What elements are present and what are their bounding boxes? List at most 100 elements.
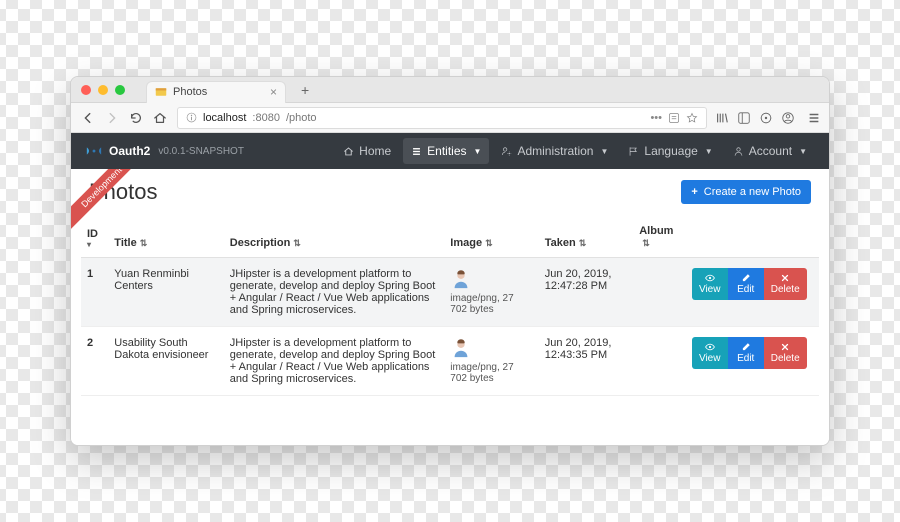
nav-language[interactable]: Language ▼ xyxy=(620,138,720,164)
th-title[interactable]: Title ⇅ xyxy=(108,217,223,258)
window-minimize-traffic-light[interactable] xyxy=(98,85,108,95)
cell-taken: Jun 20, 2019, 12:43:35 PM xyxy=(539,327,633,396)
cell-actions: View Edit Delete xyxy=(686,327,819,396)
back-button[interactable] xyxy=(79,109,97,127)
bookmark-star-icon[interactable] xyxy=(686,112,698,124)
chevron-down-icon: ▼ xyxy=(600,147,608,156)
photo-thumbnail-icon xyxy=(450,268,472,290)
plus-icon: + xyxy=(691,186,697,198)
tab-favicon-icon xyxy=(155,86,167,98)
edit-button[interactable]: Edit xyxy=(728,268,764,300)
sort-icon: ⇅ xyxy=(140,238,148,248)
sort-desc-icon: ▾ xyxy=(87,240,102,249)
site-info-icon xyxy=(186,112,197,123)
create-photo-button[interactable]: + Create a new Photo xyxy=(681,180,811,204)
app-navbar: Oauth2 v0.0.1-SNAPSHOT Home Entities ▼ A… xyxy=(71,133,829,169)
nav-home[interactable]: Home xyxy=(335,138,399,164)
cell-album xyxy=(633,258,685,327)
window-zoom-traffic-light[interactable] xyxy=(115,85,125,95)
edit-button[interactable]: Edit xyxy=(728,337,764,369)
brand-version: v0.0.1-SNAPSHOT xyxy=(158,146,244,157)
th-album[interactable]: Album⇅ xyxy=(633,217,685,258)
chevron-down-icon: ▼ xyxy=(799,147,807,156)
delete-button[interactable]: Delete xyxy=(764,337,807,369)
image-meta: image/png, 27 702 bytes xyxy=(450,362,532,384)
url-path: /photo xyxy=(286,112,317,124)
delete-button[interactable]: Delete xyxy=(764,268,807,300)
cell-id[interactable]: 1 xyxy=(81,258,108,327)
create-photo-label: Create a new Photo xyxy=(704,186,801,198)
nav-admin-label: Administration xyxy=(517,144,593,158)
reader-mode-icon[interactable] xyxy=(668,112,680,124)
sort-icon: ⇅ xyxy=(642,238,650,248)
cell-title: Yuan Renminbi Centers xyxy=(108,258,223,327)
chevron-down-icon: ▼ xyxy=(705,147,713,156)
window-titlebar: Photos × + xyxy=(71,77,829,103)
cell-description: JHipster is a development platform to ge… xyxy=(224,258,444,327)
browser-tab[interactable]: Photos × xyxy=(146,81,286,103)
nav-admin[interactable]: Administration ▼ xyxy=(493,138,616,164)
new-tab-button[interactable]: + xyxy=(301,82,309,98)
th-album-label: Album xyxy=(639,225,673,237)
table-row: 2 Usability South Dakota envisioneer JHi… xyxy=(81,327,819,396)
browser-window: Photos × + localhost:8080/photo • xyxy=(70,76,830,446)
nav-entities-label: Entities xyxy=(427,144,466,158)
address-bar[interactable]: localhost :8080/photo ••• xyxy=(177,107,707,129)
nav-home-label: Home xyxy=(359,144,391,158)
cell-title: Usability South Dakota envisioneer xyxy=(108,327,223,396)
flag-icon xyxy=(628,146,639,157)
tab-title: Photos xyxy=(173,86,207,98)
cell-image: image/png, 27 702 bytes xyxy=(444,258,538,327)
th-id-label: ID xyxy=(87,228,98,240)
forward-button[interactable] xyxy=(103,109,121,127)
menu-icon[interactable] xyxy=(807,111,821,125)
cell-album xyxy=(633,327,685,396)
cell-id[interactable]: 2 xyxy=(81,327,108,396)
reload-button[interactable] xyxy=(127,109,145,127)
chevron-down-icon: ▼ xyxy=(474,147,482,156)
list-icon xyxy=(411,146,422,157)
brand[interactable]: Oauth2 v0.0.1-SNAPSHOT xyxy=(85,144,244,158)
cell-taken: Jun 20, 2019, 12:47:28 PM xyxy=(539,258,633,327)
profile-icon[interactable] xyxy=(781,111,795,125)
th-id[interactable]: ID ▾ xyxy=(81,217,108,258)
photo-thumbnail-icon xyxy=(450,337,472,359)
page-content: Development Photos + Create a new Photo … xyxy=(71,169,829,445)
th-taken[interactable]: Taken⇅ xyxy=(539,217,633,258)
cell-image: image/png, 27 702 bytes xyxy=(444,327,538,396)
cell-actions: View Edit Delete xyxy=(686,258,819,327)
nav-account[interactable]: Account ▼ xyxy=(725,138,815,164)
page-actions-icon[interactable]: ••• xyxy=(650,112,662,124)
sort-icon: ⇅ xyxy=(579,238,587,248)
th-taken-label: Taken xyxy=(545,237,576,249)
user-icon xyxy=(733,146,744,157)
extensions-icon[interactable] xyxy=(759,111,773,125)
brand-name: Oauth2 xyxy=(109,144,150,158)
url-host: localhost xyxy=(203,112,246,124)
sidebar-icon[interactable] xyxy=(737,111,751,125)
cell-description: JHipster is a development platform to ge… xyxy=(224,327,444,396)
image-meta: image/png, 27 702 bytes xyxy=(450,293,532,315)
url-port: :8080 xyxy=(252,112,280,124)
user-cog-icon xyxy=(501,146,512,157)
table-row: 1 Yuan Renminbi Centers JHipster is a de… xyxy=(81,258,819,327)
brand-logo-icon xyxy=(85,146,103,156)
nav-entities[interactable]: Entities ▼ xyxy=(403,138,489,164)
th-description[interactable]: Description⇅ xyxy=(224,217,444,258)
th-actions xyxy=(686,217,819,258)
home-button[interactable] xyxy=(151,109,169,127)
view-button[interactable]: View xyxy=(692,337,728,369)
browser-toolbar: localhost :8080/photo ••• xyxy=(71,103,829,133)
th-image[interactable]: Image⇅ xyxy=(444,217,538,258)
nav-language-label: Language xyxy=(644,144,697,158)
photos-table: ID ▾ Title⇅ Description⇅ Image⇅ Taken⇅ xyxy=(81,217,819,396)
th-title-label: Title xyxy=(114,237,136,249)
library-icon[interactable] xyxy=(715,111,729,125)
window-close-traffic-light[interactable] xyxy=(81,85,91,95)
tab-close-icon[interactable]: × xyxy=(270,85,277,99)
nav-account-label: Account xyxy=(749,144,792,158)
home-icon xyxy=(343,146,354,157)
sort-icon: ⇅ xyxy=(485,238,493,248)
th-description-label: Description xyxy=(230,237,291,249)
view-button[interactable]: View xyxy=(692,268,728,300)
